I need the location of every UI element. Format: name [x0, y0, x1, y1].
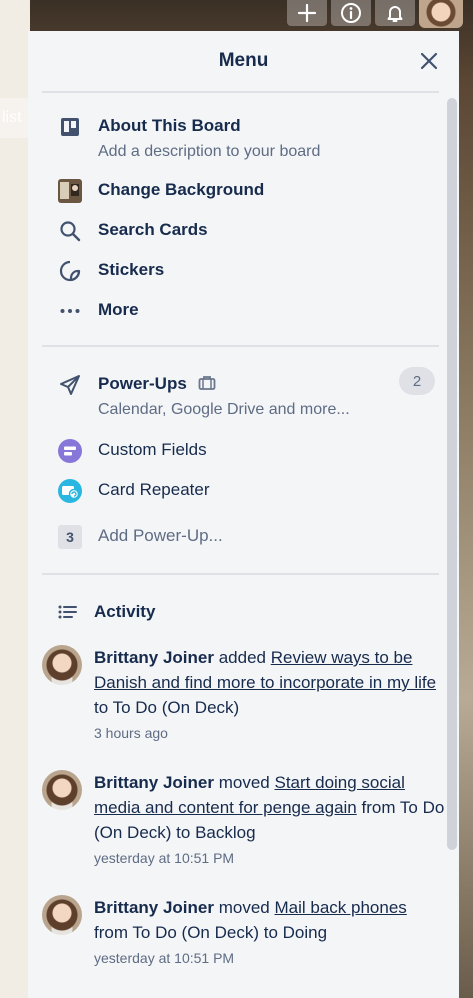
background-thumbnail: [58, 179, 82, 203]
more-icon: [58, 299, 82, 323]
close-icon: [420, 52, 438, 70]
activity-detail: to To Do (On Deck): [94, 698, 240, 717]
add-powerup-number: 3: [58, 525, 82, 549]
activity-user[interactable]: Brittany Joiner: [94, 898, 214, 917]
powerup-custom-fields[interactable]: Custom Fields: [28, 433, 459, 469]
add-powerup-label: Add Power-Up...: [98, 526, 223, 545]
activity-action: moved: [218, 898, 270, 917]
activity-timestamp[interactable]: yesterday at 10:51 PM: [94, 947, 445, 969]
add-button[interactable]: [287, 0, 327, 26]
add-powerup-count-chip: 3: [58, 525, 82, 549]
activity-header: Activity: [28, 589, 459, 635]
stickers-item[interactable]: Stickers: [28, 253, 459, 289]
board-icon: [58, 115, 82, 139]
custom-fields-label: Custom Fields: [98, 440, 207, 459]
board-actions-section: About This Board Add a description to yo…: [28, 93, 459, 345]
activity-entry: Brittany Joiner moved Start doing social…: [28, 760, 459, 879]
add-list-label: list: [2, 109, 22, 126]
powerups-description: Calendar, Google Drive and more...: [98, 401, 350, 418]
add-powerup-item[interactable]: 3 Add Power-Up...: [28, 519, 459, 555]
powerups-label: Power-Ups: [98, 374, 187, 393]
board-header-buttons: [287, 0, 473, 30]
stickers-label: Stickers: [98, 260, 165, 279]
activity-card-link[interactable]: Mail back phones: [274, 898, 406, 917]
bell-icon: [387, 6, 403, 22]
info-icon: [341, 3, 361, 23]
activity-text: Brittany Joiner moved Start doing social…: [94, 770, 445, 845]
menu-title: Menu: [218, 50, 269, 71]
activity-user[interactable]: Brittany Joiner: [94, 648, 214, 667]
board-menu-panel: Menu About This Board Add a description …: [28, 31, 459, 998]
activity-user[interactable]: Brittany Joiner: [94, 773, 214, 792]
card-repeater-label: Card Repeater: [98, 480, 210, 499]
activity-entry: Brittany Joiner moved Mail back phones f…: [28, 885, 459, 979]
powerups-item[interactable]: Power-Ups Calendar, Google Drive and mor…: [28, 367, 459, 427]
powerup-card-repeater[interactable]: Card Repeater: [28, 473, 459, 509]
search-cards-item[interactable]: Search Cards: [28, 213, 459, 249]
more-label: More: [98, 300, 139, 319]
member-avatar[interactable]: [419, 0, 463, 28]
plus-icon: [297, 3, 317, 23]
change-background-item[interactable]: Change Background: [28, 173, 459, 209]
activity-text: Brittany Joiner moved Mail back phones f…: [94, 895, 445, 945]
activity-timestamp[interactable]: yesterday at 10:51 PM: [94, 847, 445, 869]
activity-entry: Brittany Joiner added Review ways to be …: [28, 635, 459, 754]
board-background: [0, 0, 30, 998]
rocket-icon: [58, 373, 82, 397]
activity-action: moved: [218, 773, 270, 792]
menu-header: Menu: [28, 31, 459, 91]
custom-fields-icon: [58, 439, 82, 463]
card-repeater-icon: [58, 479, 82, 503]
add-list-tab[interactable]: list: [0, 98, 30, 138]
activity-list-icon: [58, 605, 77, 619]
notifications-button[interactable]: [375, 0, 415, 26]
about-board-label: About This Board: [98, 116, 241, 135]
sticker-icon: [58, 259, 82, 283]
powerups-section: Power-Ups Calendar, Google Drive and mor…: [28, 347, 459, 571]
activity-detail: from To Do (On Deck) to Doing: [94, 923, 328, 942]
about-board-item[interactable]: About This Board Add a description to yo…: [28, 109, 459, 169]
about-board-description[interactable]: Add a description to your board: [98, 141, 320, 163]
activity-action: added: [218, 648, 266, 667]
powerups-label-row: Power-Ups: [98, 373, 350, 395]
close-menu-button[interactable]: [419, 51, 439, 71]
search-cards-label: Search Cards: [98, 220, 208, 239]
activity-label: Activity: [94, 602, 156, 621]
info-button[interactable]: [331, 0, 371, 26]
activity-timestamp[interactable]: 3 hours ago: [94, 722, 445, 744]
avatar[interactable]: [42, 770, 82, 810]
avatar[interactable]: [42, 895, 82, 935]
activity-section: Activity Brittany Joiner added Review wa…: [28, 575, 459, 979]
more-item[interactable]: More: [28, 293, 459, 329]
search-icon: [58, 219, 82, 243]
avatar[interactable]: [42, 645, 82, 685]
change-background-label: Change Background: [98, 180, 265, 199]
powerups-count-badge: 2: [399, 367, 435, 395]
activity-text: Brittany Joiner added Review ways to be …: [94, 645, 445, 720]
briefcase-icon: [198, 376, 215, 390]
